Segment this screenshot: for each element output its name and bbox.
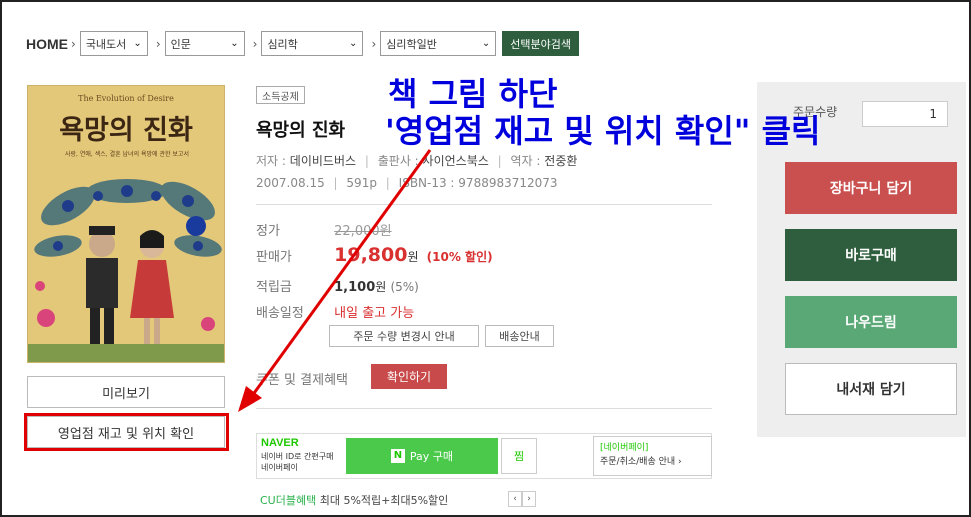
naver-pay-button[interactable]: N Pay 구매 bbox=[346, 438, 498, 474]
chevron-down-icon: ⌄ bbox=[349, 38, 358, 49]
breadcrumb-home[interactable]: HOME bbox=[26, 36, 68, 52]
category-select-2[interactable]: 인문 ⌄ bbox=[164, 31, 245, 56]
discount-rate: (10% 할인) bbox=[426, 250, 493, 264]
list-price: 22,000원 bbox=[334, 224, 392, 239]
sale-price-row: 판매가 19,800원 (10% 할인) bbox=[256, 244, 493, 266]
buy-now-button[interactable]: 바로구매 bbox=[785, 229, 957, 281]
naver-n-icon: N bbox=[390, 449, 405, 463]
chevron-right-icon: › bbox=[155, 36, 161, 51]
tax-deduction-badge: 소득공제 bbox=[256, 86, 305, 104]
cover-title: 욕망의 진화 bbox=[59, 115, 193, 146]
chevron-right-icon: › bbox=[71, 36, 76, 51]
qty-change-notice-button[interactable]: 주문 수량 변경시 안내 bbox=[329, 325, 479, 347]
chevron-right-icon[interactable]: › bbox=[522, 491, 536, 507]
naver-pay-box: NAVER 네이버 ID로 간편구매 네이버페이 N Pay 구매 찜 [네이버… bbox=[256, 433, 712, 479]
isbn: ISBN-13 : 9788983712073 bbox=[398, 176, 558, 190]
chevron-down-icon: ⌄ bbox=[230, 38, 239, 49]
pub-date: 2007.08.15 bbox=[256, 176, 325, 190]
translator-link[interactable]: 전중환 bbox=[544, 154, 577, 168]
divider bbox=[256, 408, 712, 409]
category-search-button[interactable]: 선택분야검색 bbox=[502, 31, 579, 56]
chevron-left-icon[interactable]: ‹ bbox=[508, 491, 522, 507]
now-dream-button[interactable]: 나우드림 bbox=[785, 296, 957, 348]
coupon-row: 쿠폰 및 결제혜택 bbox=[256, 373, 348, 388]
shipping-schedule: 내일 출고 가능 bbox=[334, 306, 415, 321]
quantity-input[interactable]: 1 bbox=[862, 101, 948, 127]
cover-subtitle: The Evolution of Desire bbox=[78, 94, 174, 103]
naver-pay-info-link[interactable]: [네이버페이] 주문/취소/배송 안내 › bbox=[593, 436, 712, 476]
points-row: 적립금 1,100원 (5%) bbox=[256, 280, 419, 295]
chevron-right-icon: › bbox=[371, 36, 377, 51]
preview-button[interactable]: 미리보기 bbox=[27, 376, 225, 408]
breadcrumb: HOME › 국내도서 ⌄ › 인문 ⌄ › 심리학 ⌄ › 심리학일반 ⌄ 선택분야검… bbox=[26, 31, 579, 56]
wishlist-button[interactable]: 찜 bbox=[501, 438, 537, 474]
page-count: 591p bbox=[346, 176, 377, 190]
chevron-down-icon: ⌄ bbox=[481, 38, 491, 49]
author-link[interactable]: 데이비드버스 bbox=[290, 154, 356, 168]
shipping-info-button[interactable]: 배송안내 bbox=[485, 325, 554, 347]
list-price-row: 정가 22,000원 bbox=[256, 224, 392, 239]
add-to-library-button[interactable]: 내서재 담기 bbox=[785, 363, 957, 415]
points-value: 1,100 bbox=[334, 280, 376, 295]
coupon-confirm-button[interactable]: 확인하기 bbox=[371, 364, 447, 389]
book-pubinfo: 2007.08.15 | 591p | ISBN-13 : 9788983712… bbox=[256, 176, 558, 190]
book-cover-image[interactable]: The Evolution of Desire 욕망의 진화 사랑, 연애, 섹… bbox=[27, 85, 225, 363]
shipping-row: 배송일정 내일 출고 가능 bbox=[256, 306, 415, 321]
category-select-3[interactable]: 심리학 ⌄ bbox=[261, 31, 364, 56]
store-stock-location-button[interactable]: 영업점 재고 및 위치 확인 bbox=[27, 416, 225, 448]
add-to-cart-button[interactable]: 장바구니 담기 bbox=[785, 162, 957, 214]
book-title: 욕망의 진화 bbox=[256, 120, 346, 141]
divider bbox=[256, 204, 712, 205]
category-select-1[interactable]: 국내도서 ⌄ bbox=[79, 31, 148, 56]
cover-tagline: 사랑, 연애, 섹스, 결혼 남녀의 욕망에 관한 보고서 bbox=[65, 151, 189, 158]
category-select-4[interactable]: 심리학일반 ⌄ bbox=[380, 31, 497, 56]
chevron-right-icon: › bbox=[252, 36, 258, 51]
annotation-line-2: '영업점 재고 및 위치 확인" 클릭 bbox=[385, 112, 821, 150]
sale-price: 19,800 bbox=[334, 244, 408, 266]
cu-benefit: CU더블혜택 최대 5%적립+최대5%할인 bbox=[260, 494, 449, 507]
publisher-link[interactable]: 사이언스북스 bbox=[423, 154, 489, 168]
book-credits: 저자 : 데이비드버스 | 출판사 : 사이언스북스 | 역자 : 전중환 bbox=[256, 154, 578, 168]
naver-logo: NAVER bbox=[261, 437, 299, 449]
chevron-down-icon: ⌄ bbox=[133, 38, 142, 49]
cu-benefit-nav: ‹ › bbox=[508, 491, 536, 507]
